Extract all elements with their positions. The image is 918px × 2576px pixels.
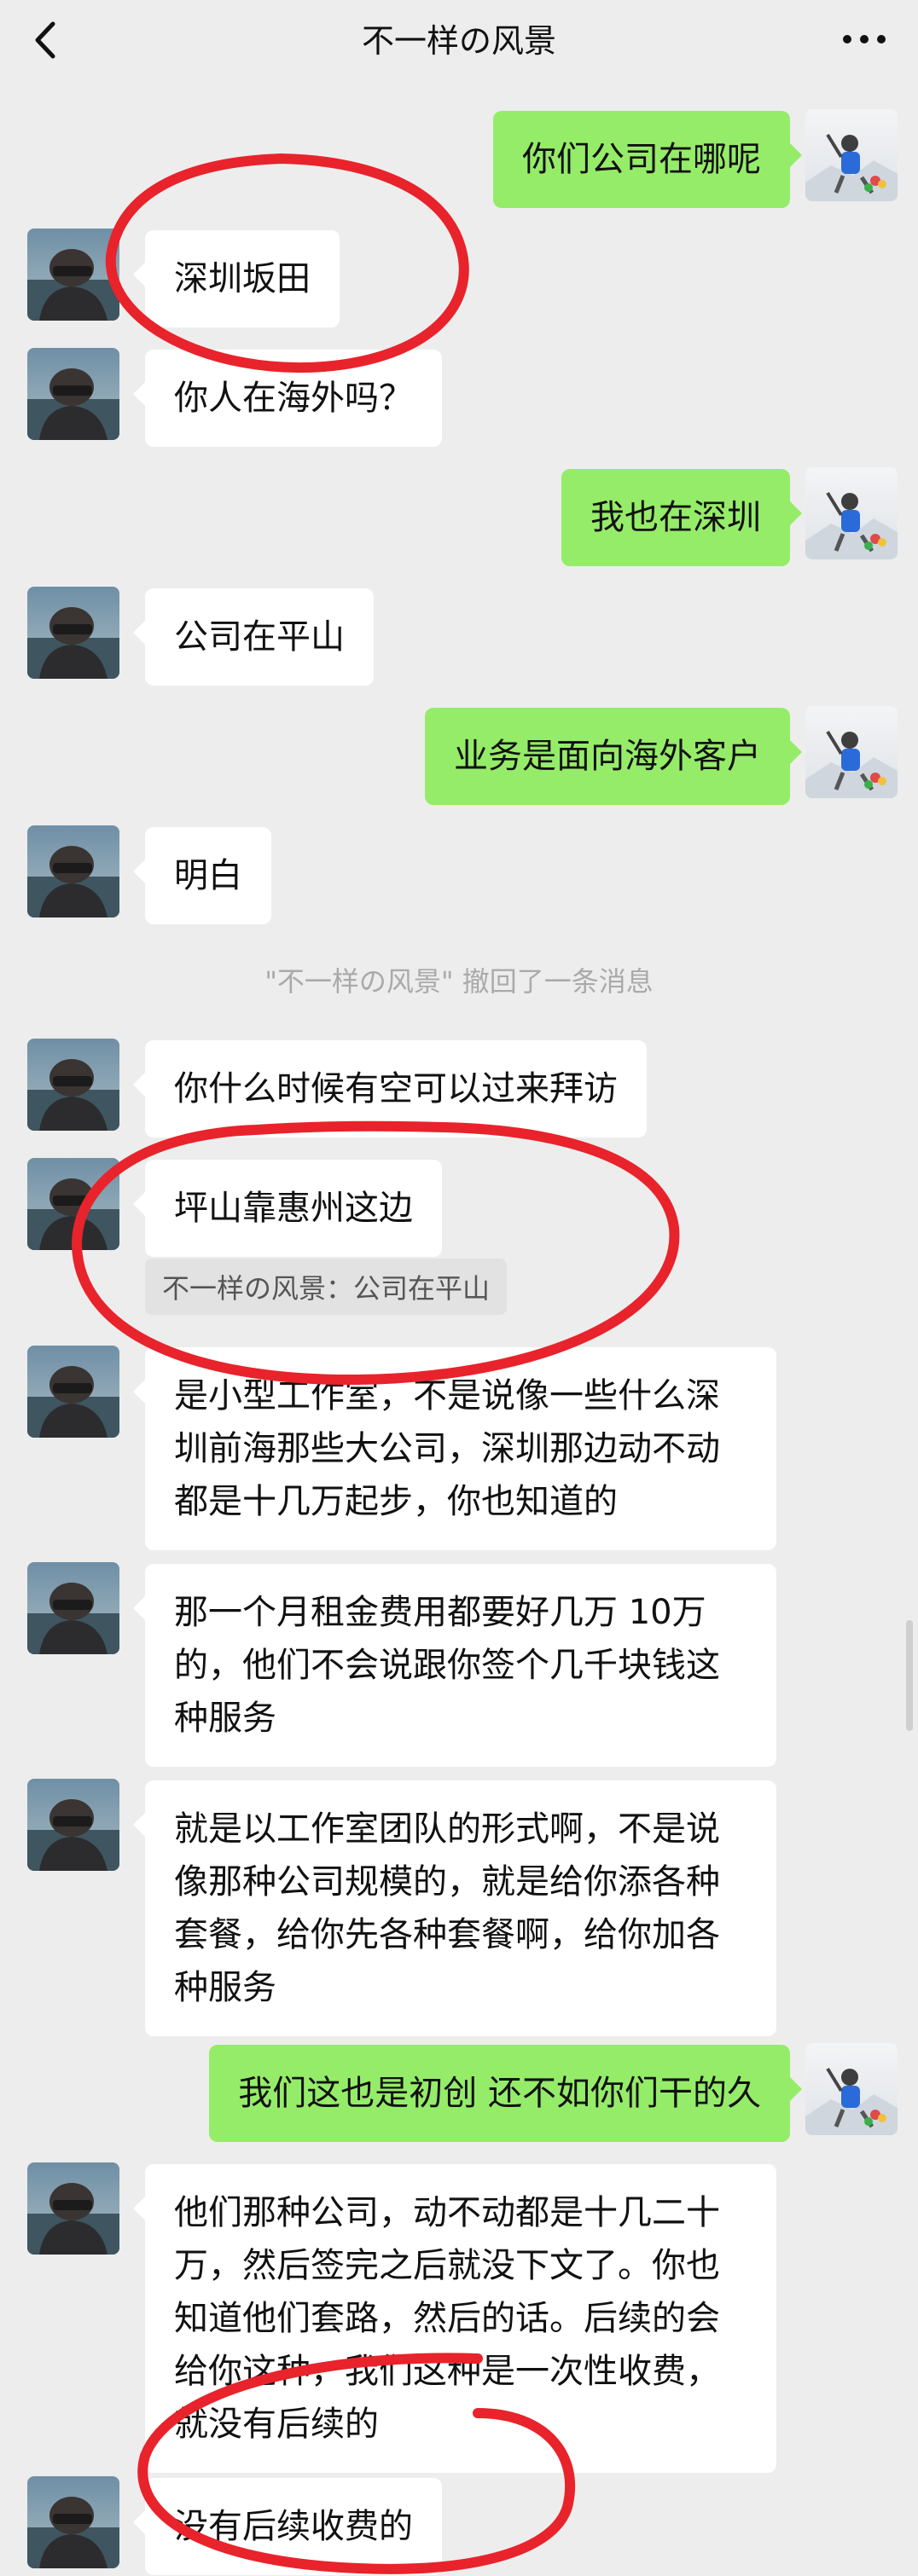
scrollbar[interactable]: [906, 1620, 913, 1731]
contact-avatar[interactable]: [27, 2162, 119, 2255]
contact-avatar[interactable]: [27, 229, 119, 321]
my-avatar[interactable]: [805, 467, 898, 559]
incoming-message[interactable]: 就是以工作室团队的形式啊，不是说像那种公司规模的，就是给你添各种套餐，给你先各种…: [133, 1780, 776, 2036]
my-avatar[interactable]: [805, 706, 898, 798]
incoming-message[interactable]: 公司在平山: [133, 588, 374, 686]
more-dots-icon[interactable]: [834, 22, 894, 56]
incoming-message[interactable]: 你人在海外吗？: [133, 350, 442, 447]
incoming-message[interactable]: 是小型工作室，不是说像一些什么深圳前海那些大公司，深圳那边动不动都是十几万起步，…: [133, 1347, 776, 1550]
contact-avatar[interactable]: [27, 1562, 119, 1654]
outgoing-message[interactable]: 你们公司在哪呢: [493, 111, 802, 208]
chat-title: 不一样の风景: [361, 22, 556, 60]
contact-avatar[interactable]: [27, 1346, 119, 1438]
contact-avatar[interactable]: [27, 825, 119, 918]
outgoing-message[interactable]: 业务是面向海外客户: [425, 708, 802, 805]
recall-notice: "不一样の风景" 撤回了一条消息: [264, 965, 654, 998]
quoted-reply[interactable]: 不一样の风景：公司在平山: [145, 1259, 508, 1315]
incoming-message[interactable]: 明白: [133, 827, 271, 924]
contact-avatar[interactable]: [27, 1158, 119, 1250]
outgoing-message[interactable]: 我们这也是初创 还不如你们干的久: [209, 2045, 802, 2142]
incoming-message[interactable]: 你什么时候有空可以过来拜访: [133, 1040, 647, 1137]
incoming-message[interactable]: 坪山靠惠州这边: [133, 1160, 442, 1257]
title-bar: 不一样の风景: [0, 0, 918, 82]
contact-avatar[interactable]: [27, 2476, 119, 2568]
contact-avatar[interactable]: [27, 1779, 119, 1871]
contact-avatar[interactable]: [27, 1039, 119, 1131]
incoming-message[interactable]: 深圳坂田: [133, 230, 340, 327]
contact-avatar[interactable]: [27, 587, 119, 679]
my-avatar[interactable]: [805, 109, 898, 201]
contact-avatar[interactable]: [27, 348, 119, 440]
outgoing-message[interactable]: 我也在深圳: [561, 469, 802, 566]
my-avatar[interactable]: [805, 2043, 898, 2135]
incoming-message[interactable]: 他们那种公司，动不动都是十几二十万，然后签完之后就没下文了。你也知道他们套路，然…: [133, 2164, 776, 2473]
incoming-message[interactable]: 没有后续收费的: [133, 2478, 442, 2575]
incoming-message[interactable]: 那一个月租金费用都要好几万 10万的，他们不会说跟你签个几千块钱这种服务: [133, 1564, 776, 1767]
